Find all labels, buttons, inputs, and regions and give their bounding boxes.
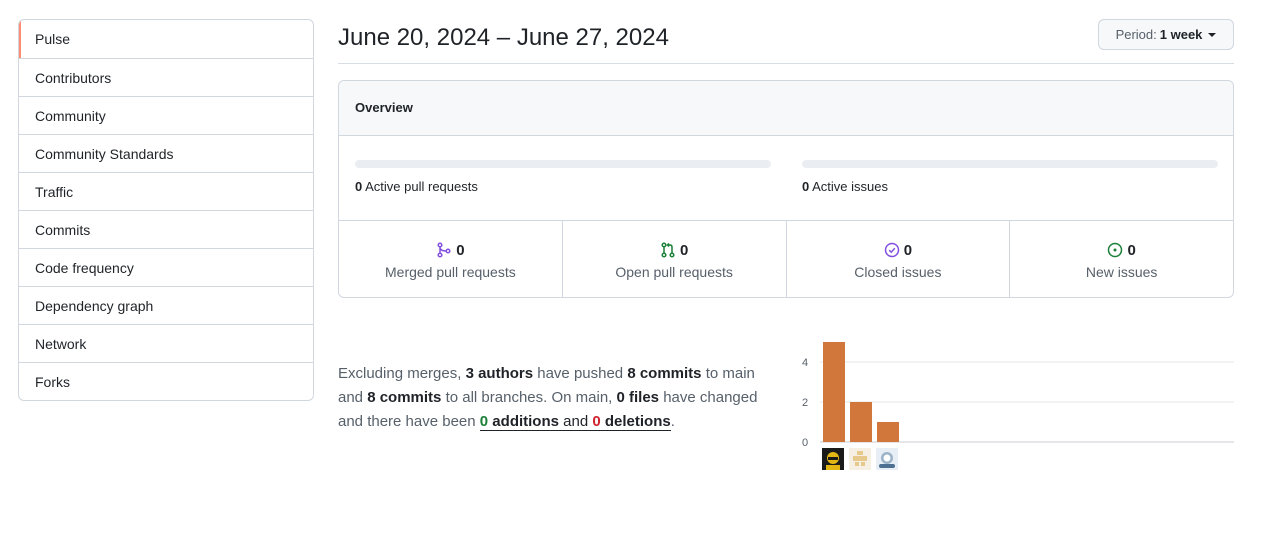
commits-main-count: 8 commits xyxy=(627,365,702,382)
commits-all-count: 8 commits xyxy=(367,389,442,406)
new-issue-icon xyxy=(1108,242,1123,258)
avatar[interactable] xyxy=(849,448,871,470)
closed-issue-icon xyxy=(884,242,899,258)
deletions-label: deletions xyxy=(600,413,671,430)
new-issues-label: New issues xyxy=(1085,264,1158,280)
page-title: June 20, 2024 – June 27, 2024 xyxy=(338,24,669,51)
commit-bar[interactable] xyxy=(823,342,845,442)
active-issues-bar xyxy=(802,160,1218,168)
additions-label: additions xyxy=(488,413,559,430)
additions-count: 0 xyxy=(479,413,489,430)
open-pr-icon xyxy=(661,242,675,258)
summary-text: to all branches. On main, xyxy=(441,389,617,406)
commit-summary: Excluding merges, 3 authors have pushed … xyxy=(338,362,778,434)
merged-prs-count: 0 xyxy=(456,241,465,259)
period-dropdown-button[interactable]: Period: 1 week xyxy=(1098,19,1234,50)
overview-panel: Overview 0 Active pull requests 0 Active… xyxy=(338,80,1234,298)
summary-text: . xyxy=(670,413,675,430)
active-issues-label: Active issues xyxy=(812,179,889,194)
author-avatar-icon xyxy=(822,448,844,470)
active-prs-bar xyxy=(355,160,771,168)
chart-svg: 0 2 4 xyxy=(802,342,1234,449)
closed-issues-count: 0 xyxy=(903,241,913,259)
sidebar-item-network[interactable]: Network xyxy=(19,324,313,362)
summary-text: have pushed xyxy=(533,365,628,382)
y-tick-label: 2 xyxy=(802,397,808,409)
author-avatar-icon xyxy=(849,448,871,470)
sidebar-item-code-frequency[interactable]: Code frequency xyxy=(19,248,313,286)
merged-prs-label: Merged pull requests xyxy=(385,264,516,280)
commit-bar[interactable] xyxy=(850,402,872,442)
active-prs-link[interactable]: 0 Active pull requests xyxy=(355,179,478,194)
insights-sidebar: Pulse Contributors Community Community Stan… xyxy=(18,19,314,401)
header-divider xyxy=(338,63,1234,64)
commits-by-author-chart: 0 2 4 xyxy=(796,330,1236,475)
sidebar-item-commits[interactable]: Commits xyxy=(19,210,313,248)
overview-stats: 0 Merged pull requests 0 Open pull reque… xyxy=(339,221,1233,297)
sidebar-item-dependency-graph[interactable]: Dependency graph xyxy=(19,286,313,324)
commit-bar[interactable] xyxy=(877,422,899,442)
active-activity-row: 0 Active pull requests 0 Active issues xyxy=(339,136,1233,221)
stat-merged-prs[interactable]: 0 Merged pull requests xyxy=(339,221,562,297)
author-avatar-icon xyxy=(876,448,898,470)
y-tick-label: 0 xyxy=(802,437,808,448)
additions-deletions-link[interactable]: 0 additions and 0 deletions xyxy=(479,413,671,431)
sidebar-item-pulse[interactable]: Pulse xyxy=(19,20,313,58)
stat-closed-issues[interactable]: 0 Closed issues xyxy=(785,221,1010,297)
summary-text: Excluding merges, xyxy=(338,365,466,382)
files-changed-count: 0 files xyxy=(616,389,660,406)
y-tick-label: 4 xyxy=(802,357,808,369)
stat-new-issues[interactable]: 0 New issues xyxy=(1009,221,1233,297)
merged-pr-icon xyxy=(437,242,451,258)
active-issues-link[interactable]: 0 Active issues xyxy=(802,179,888,194)
active-issues-count: 0 xyxy=(802,179,810,194)
caret-down-icon xyxy=(1208,33,1217,37)
period-value: 1 week xyxy=(1159,27,1203,42)
avatar[interactable] xyxy=(876,448,898,470)
period-label: Period: xyxy=(1115,27,1157,42)
sidebar-item-community[interactable]: Community xyxy=(19,96,313,134)
authors-count: 3 authors xyxy=(465,365,534,382)
summary-text: and xyxy=(558,413,593,430)
sidebar-item-traffic[interactable]: Traffic xyxy=(19,172,313,210)
sidebar-item-community-standards[interactable]: Community Standards xyxy=(19,134,313,172)
sidebar-item-contributors[interactable]: Contributors xyxy=(19,58,313,96)
open-prs-count: 0 xyxy=(679,241,689,259)
new-issues-count: 0 xyxy=(1127,241,1136,259)
active-prs-count: 0 xyxy=(355,179,363,194)
deletions-count: 0 xyxy=(592,413,601,430)
open-prs-label: Open pull requests xyxy=(615,264,733,280)
stat-open-prs[interactable]: 0 Open pull requests xyxy=(561,221,786,297)
active-prs-label: Active pull requests xyxy=(365,179,478,194)
overview-title: Overview xyxy=(339,81,1233,136)
closed-issues-label: Closed issues xyxy=(854,264,942,280)
sidebar-item-forks[interactable]: Forks xyxy=(19,362,313,400)
avatar[interactable] xyxy=(822,448,844,470)
